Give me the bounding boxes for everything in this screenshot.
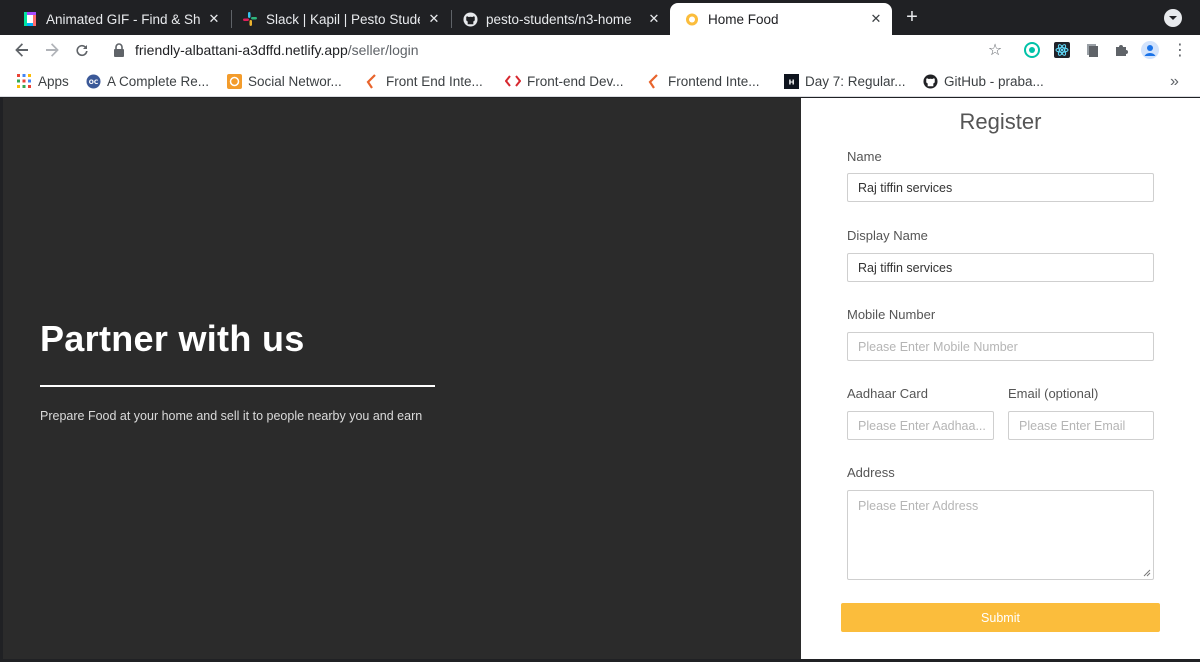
bookmark-label: Social Networ... — [248, 73, 342, 89]
close-tab-icon[interactable]: ✕ — [426, 11, 442, 27]
react-devtools-icon[interactable] — [1053, 41, 1071, 59]
url-path: /seller/login — [347, 42, 419, 58]
bookmark-day-7-regular[interactable]: H Day 7: Regular... — [783, 71, 906, 91]
url-host: friendly-albattani-a3dffd.netlify.app — [135, 42, 348, 58]
lock-icon — [113, 43, 127, 57]
aadhaar-field[interactable]: Please Enter Aadhaa... — [847, 411, 994, 440]
bookmark-frontend-inte-2[interactable]: Frontend Inte... — [646, 71, 760, 91]
tab-home-food[interactable]: Home Food ✕ — [670, 3, 892, 35]
bookmark-complete-re[interactable]: OC A Complete Re... — [85, 71, 209, 91]
email-field[interactable]: Please Enter Email — [1008, 411, 1154, 440]
hero-title: Partner with us — [40, 318, 305, 359]
browser-menu-icon[interactable]: ⋮ — [1171, 41, 1189, 59]
arrow-right-icon — [46, 43, 59, 57]
svg-text:OC: OC — [88, 79, 98, 86]
bookmark-label: Frontend Inte... — [668, 73, 760, 89]
bookmark-label: GitHub - praba... — [944, 73, 1044, 89]
github-icon — [922, 73, 938, 89]
bookmark-front-end-inte-1[interactable]: Front End Inte... — [364, 71, 483, 91]
hero-divider — [40, 385, 435, 387]
code-icon — [505, 73, 521, 89]
tab-slack[interactable]: Slack | Kapil | Pesto Stude ✕ — [228, 3, 450, 35]
new-tab-button[interactable]: + — [902, 7, 922, 28]
browser-window: Animated GIF - Find & Sha ✕ Slack | Kapi… — [0, 0, 1200, 662]
bookmark-star-icon[interactable]: ☆ — [985, 40, 1005, 60]
bookmark-label: Front End Inte... — [386, 73, 483, 89]
interview-icon — [646, 73, 662, 89]
browser-toolbar: friendly-albattani-a3dffd.netlify.app/se… — [0, 35, 1200, 65]
interview-icon — [364, 73, 380, 89]
address-placeholder: Please Enter Address — [858, 499, 979, 513]
back-button[interactable] — [11, 39, 33, 61]
mobile-number-label: Mobile Number — [847, 307, 936, 322]
bookmark-front-end-dev[interactable]: Front-end Dev... — [505, 71, 624, 91]
tab-title: Animated GIF - Find & Sha — [46, 11, 200, 27]
name-label: Name — [847, 149, 882, 164]
more-bookmarks-icon[interactable]: » — [1170, 73, 1179, 91]
github-tab-icon — [462, 11, 478, 27]
bookmark-apps[interactable]: Apps — [16, 71, 69, 91]
extensions-puzzle-icon[interactable] — [1112, 41, 1130, 59]
bookmark-github-praba[interactable]: GitHub - praba... — [922, 71, 1044, 91]
svg-text:H: H — [788, 78, 794, 86]
tab-title: Home Food — [708, 11, 779, 27]
aadhaar-label: Aadhaar Card — [847, 386, 928, 401]
url-text: friendly-albattani-a3dffd.netlify.app/se… — [135, 42, 419, 58]
resize-handle-icon[interactable] — [1143, 569, 1151, 577]
forward-button[interactable] — [41, 39, 63, 61]
email-label: Email (optional) — [1008, 386, 1099, 401]
bookmark-social-network[interactable]: Social Networ... — [226, 71, 342, 91]
tab-strip: Animated GIF - Find & Sha ✕ Slack | Kapi… — [0, 0, 1200, 35]
close-tab-icon[interactable]: ✕ — [206, 11, 222, 27]
form-title: Register — [959, 109, 1042, 134]
display-name-field[interactable]: Raj tiffin services — [847, 253, 1154, 282]
hero-section: Partner with us Prepare Food at your hom… — [3, 98, 801, 659]
address-label: Address — [847, 465, 895, 480]
chevron-down-icon — [1169, 16, 1177, 20]
hackerrank-icon: H — [783, 73, 799, 89]
reload-icon — [76, 44, 88, 57]
extension-green-icon[interactable] — [1023, 41, 1041, 59]
tab-title: Slack | Kapil | Pesto Stude — [266, 11, 420, 27]
address-bar[interactable]: friendly-albattani-a3dffd.netlify.app/se… — [101, 36, 1013, 64]
display-name-label: Display Name — [847, 228, 928, 243]
name-field[interactable]: Raj tiffin services — [847, 173, 1154, 202]
gif-tab-icon — [22, 11, 38, 27]
profile-avatar-icon[interactable] — [1141, 41, 1159, 59]
bookmarks-bar: Apps OC A Complete Re... Social Networ..… — [0, 65, 1200, 97]
submit-button[interactable]: Submit — [841, 603, 1160, 632]
bookmark-label: A Complete Re... — [107, 73, 210, 89]
address-textarea[interactable]: Please Enter Address — [847, 490, 1154, 580]
bookmark-label: Day 7: Regular... — [805, 73, 906, 89]
bookmark-label: Front-end Dev... — [527, 73, 624, 89]
bookmark-label: Apps — [38, 73, 69, 89]
tab-github[interactable]: pesto-students/n3-home ✕ — [448, 3, 670, 35]
register-form: Register Name Raj tiffin services Displa… — [801, 98, 1200, 659]
close-tab-icon[interactable]: ✕ — [868, 11, 884, 27]
slack-tab-icon — [242, 11, 258, 27]
home-food-tab-icon — [684, 11, 700, 27]
oc-icon: OC — [85, 73, 101, 89]
page-content: Partner with us Prepare Food at your hom… — [0, 98, 1200, 662]
arrow-left-icon — [15, 43, 28, 57]
extension-gray-icon[interactable] — [1083, 41, 1101, 59]
tab-animated-gif[interactable]: Animated GIF - Find & Sha ✕ — [8, 3, 230, 35]
tab-search-button[interactable] — [1164, 9, 1182, 27]
tab-title: pesto-students/n3-home — [486, 11, 632, 27]
mobile-number-field[interactable]: Please Enter Mobile Number — [847, 332, 1154, 361]
social-network-icon — [226, 73, 242, 89]
reload-button[interactable] — [71, 39, 93, 61]
apps-grid-icon — [16, 73, 32, 89]
hero-subtitle: Prepare Food at your home and sell it to… — [40, 409, 423, 423]
close-tab-icon[interactable]: ✕ — [646, 11, 662, 27]
